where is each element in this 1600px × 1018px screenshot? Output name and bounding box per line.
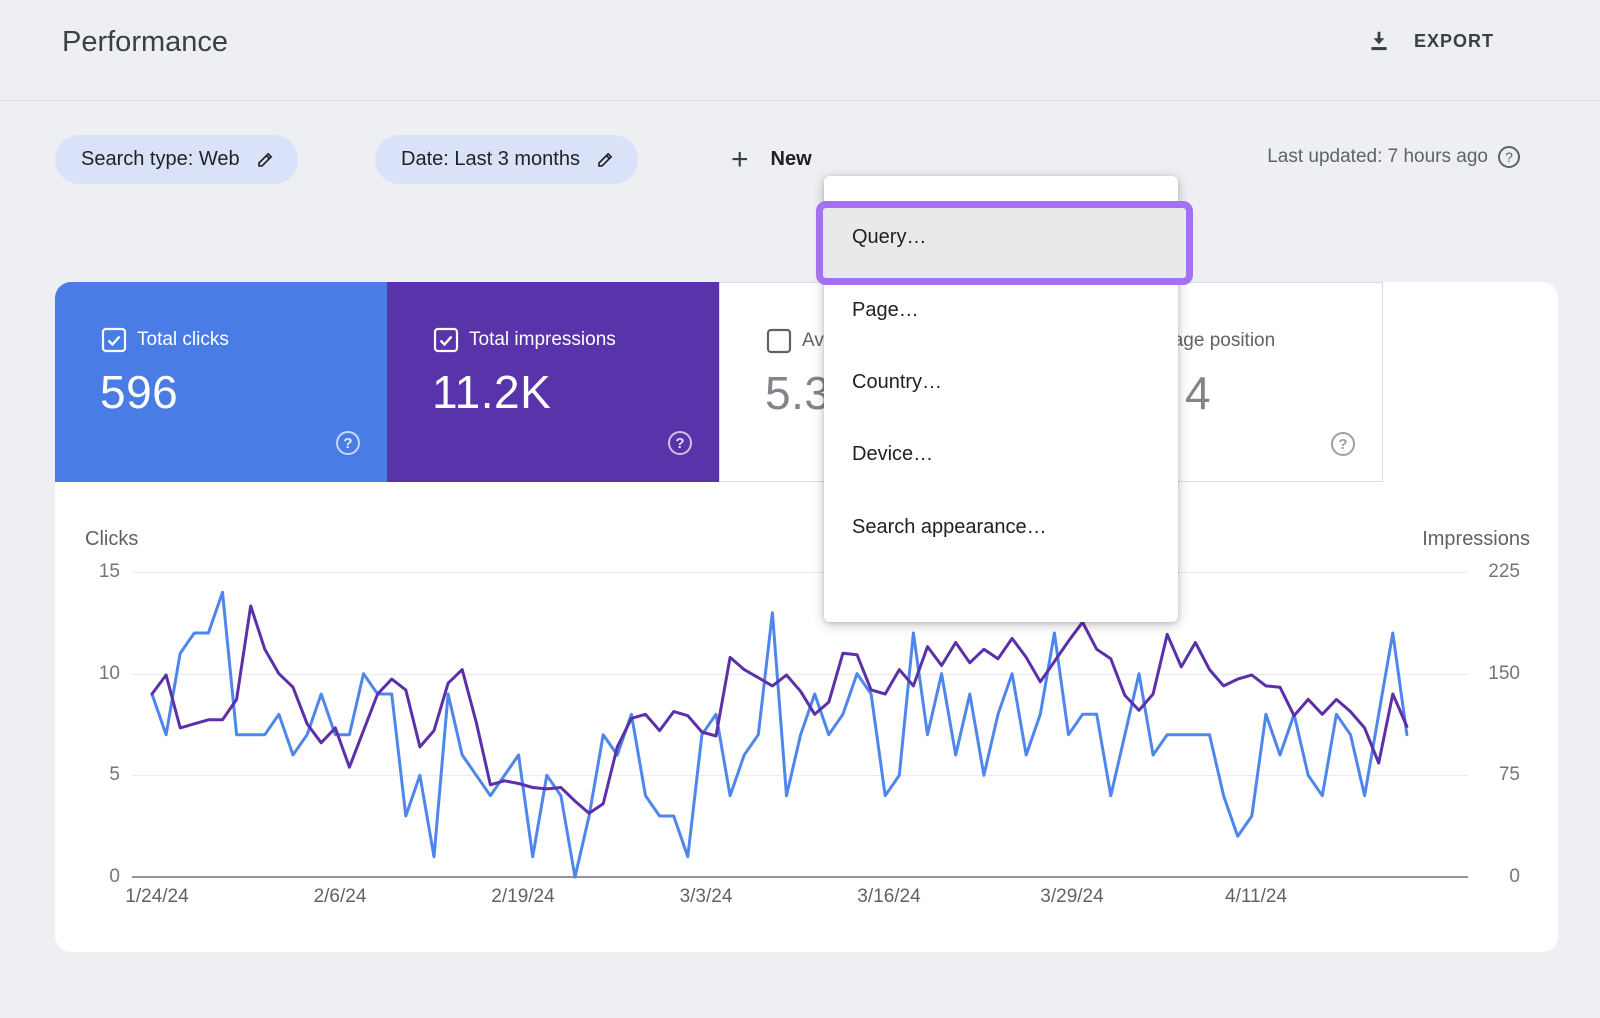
help-icon[interactable]: ? <box>1331 432 1355 456</box>
metric-tile-total-clicks[interactable]: Total clicks 596 ? <box>55 282 387 482</box>
last-updated-text: Last updated: 7 hours ago <box>1267 146 1488 168</box>
x-tick-label: 3/16/24 <box>819 886 959 908</box>
new-filter-dropdown-menu: Query… Page… Country… Device… Search app… <box>824 176 1178 622</box>
y-tick-left: 0 <box>60 866 120 888</box>
metric-label: Total clicks <box>137 329 229 351</box>
checkbox-checked-icon[interactable] <box>433 327 459 353</box>
x-tick-label: 1/24/24 <box>87 886 227 908</box>
metric-label: Total impressions <box>469 329 616 351</box>
x-tick-label: 2/19/24 <box>453 886 593 908</box>
y-tick-right: 0 <box>1460 866 1520 888</box>
menu-item-search-appearance[interactable]: Search appearance… <box>824 495 1178 559</box>
search-type-chip-label: Search type: Web <box>81 148 240 171</box>
left-axis-title: Clicks <box>85 528 138 551</box>
metric-tile-total-impressions[interactable]: Total impressions 11.2K ? <box>387 282 719 482</box>
export-button[interactable]: EXPORT <box>1366 28 1494 54</box>
edit-pencil-icon[interactable] <box>595 149 616 170</box>
new-filter-button[interactable]: + New <box>731 135 812 184</box>
search-type-chip[interactable]: Search type: Web <box>55 135 298 184</box>
y-tick-right: 150 <box>1460 663 1520 685</box>
metric-value: 11.2K <box>432 365 551 419</box>
plus-icon: + <box>731 145 749 175</box>
help-icon[interactable]: ? <box>1498 146 1520 168</box>
menu-item-device[interactable]: Device… <box>824 422 1178 486</box>
performance-line-chart[interactable] <box>132 540 1468 880</box>
y-tick-right: 75 <box>1460 764 1520 786</box>
metric-value: 596 <box>100 365 178 419</box>
date-chip-label: Date: Last 3 months <box>401 148 580 171</box>
x-tick-label: 3/3/24 <box>636 886 776 908</box>
x-tick-label: 3/29/24 <box>1002 886 1142 908</box>
x-tick-label: 4/11/24 <box>1186 886 1326 908</box>
menu-item-page[interactable]: Page… <box>824 278 1178 342</box>
y-tick-left: 5 <box>60 764 120 786</box>
series-total-clicks <box>152 592 1407 877</box>
menu-item-query[interactable]: Query… <box>824 205 1178 269</box>
last-updated: Last updated: 7 hours ago ? <box>1267 146 1520 168</box>
page-title: Performance <box>62 26 228 59</box>
export-label: EXPORT <box>1414 31 1494 52</box>
menu-item-country[interactable]: Country… <box>824 350 1178 414</box>
performance-page: Performance EXPORT Search type: Web Date… <box>0 0 1600 1018</box>
header-divider <box>0 100 1600 101</box>
date-range-chip[interactable]: Date: Last 3 months <box>375 135 638 184</box>
new-filter-label: New <box>771 148 812 171</box>
y-tick-left: 15 <box>60 561 120 583</box>
metric-value: 4 <box>1185 366 1211 420</box>
download-icon <box>1366 28 1392 54</box>
help-icon[interactable]: ? <box>336 431 360 455</box>
x-tick-label: 2/6/24 <box>270 886 410 908</box>
edit-pencil-icon[interactable] <box>255 149 276 170</box>
y-tick-right: 225 <box>1460 561 1520 583</box>
help-icon[interactable]: ? <box>668 431 692 455</box>
checkbox-unchecked-icon[interactable] <box>766 328 792 354</box>
checkbox-checked-icon[interactable] <box>101 327 127 353</box>
y-tick-left: 10 <box>60 663 120 685</box>
